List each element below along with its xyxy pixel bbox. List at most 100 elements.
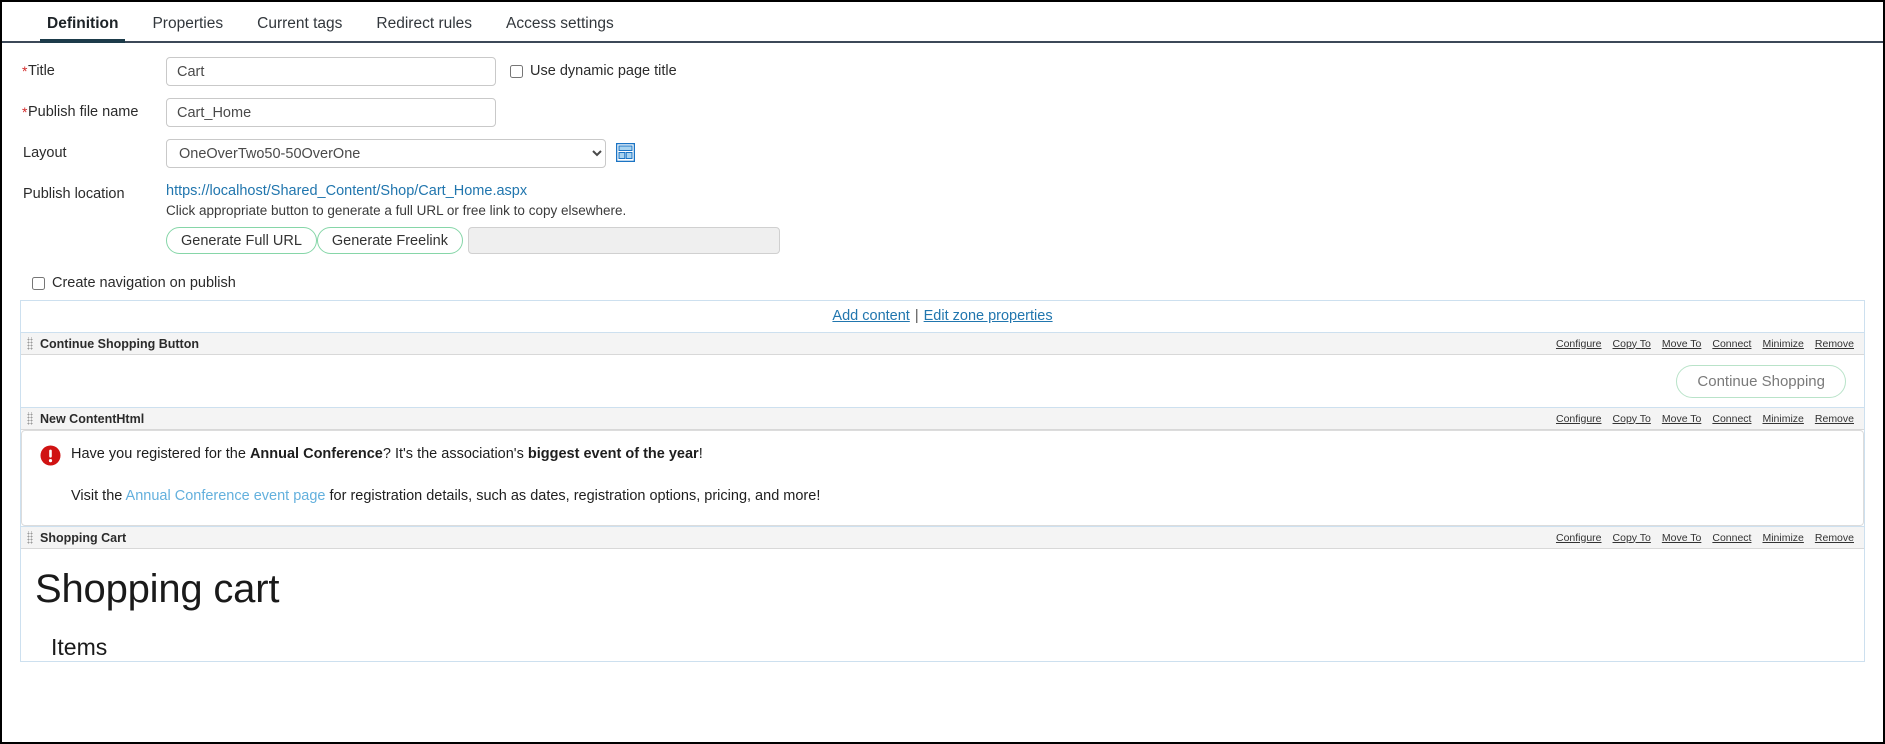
page-editor-root: Definition Properties Current tags Redir… [0, 0, 1885, 744]
widget-move-to-link[interactable]: Move To [1662, 413, 1702, 425]
alert-sub-line: Visit the Annual Conference event page f… [40, 466, 1845, 507]
alert-text-2: ? It's the association's [382, 446, 528, 462]
publish-file-name-input[interactable] [166, 98, 496, 127]
title-input[interactable] [166, 57, 496, 86]
widget-title: New ContentHtml [40, 411, 145, 426]
tab-definition[interactable]: Definition [30, 15, 135, 43]
alert-bold-annual-conference: Annual Conference [249, 446, 383, 462]
field-row-publish-location: Publish location https://localhost/Share… [2, 180, 1883, 254]
tab-bar: Definition Properties Current tags Redir… [2, 2, 1883, 43]
sub-text-1: Visit the [71, 488, 126, 504]
widget-move-to-link[interactable]: Move To [1662, 338, 1702, 350]
widget-shopping-cart: Shopping Cart Configure Copy To Move To … [21, 526, 1864, 661]
create-navigation-on-publish-checkbox[interactable] [32, 276, 45, 290]
widget-title: Continue Shopping Button [40, 336, 199, 351]
tab-properties[interactable]: Properties [135, 14, 240, 42]
shopping-cart-items-subheading: Items [51, 634, 108, 660]
publish-location-label: Publish location [23, 186, 125, 202]
definition-form: * Title Use dynamic page title * Publish… [2, 43, 1883, 300]
required-asterisk-title: * [22, 63, 28, 79]
publish-file-name-label-wrap: * Publish file name [2, 98, 166, 120]
widget-connect-link[interactable]: Connect [1712, 338, 1751, 350]
tab-access-settings-label: Access settings [506, 14, 614, 32]
use-dynamic-page-title-label[interactable]: Use dynamic page title [530, 63, 677, 79]
required-asterisk-publish-file-name: * [22, 104, 28, 120]
layout-select[interactable]: OneOverTwo50-50OverOne [166, 139, 606, 168]
widget-configure-link[interactable]: Configure [1556, 413, 1602, 425]
publish-location-hint: Click appropriate button to generate a f… [166, 203, 627, 218]
publish-file-name-label: Publish file name [28, 104, 139, 120]
tab-current-tags-label: Current tags [257, 14, 343, 32]
widget-connect-link[interactable]: Connect [1712, 532, 1751, 544]
alert-text-3: ! [698, 446, 703, 462]
widget-minimize-link[interactable]: Minimize [1762, 338, 1803, 350]
edit-zone-properties-link[interactable]: Edit zone properties [924, 308, 1053, 324]
widget-remove-link[interactable]: Remove [1815, 532, 1854, 544]
widget-configure-link[interactable]: Configure [1556, 532, 1602, 544]
zone-toolbar-separator: | [914, 308, 919, 324]
tab-access-settings[interactable]: Access settings [489, 14, 631, 42]
content-zone-area: Add content | Edit zone properties Continu… [20, 300, 1865, 662]
title-control: Use dynamic page title [166, 57, 677, 86]
tab-properties-label: Properties [152, 14, 224, 32]
widget-copy-to-link[interactable]: Copy To [1613, 338, 1651, 350]
generate-full-url-button[interactable]: Generate Full URL [166, 227, 317, 254]
annual-conference-event-page-link[interactable]: Annual Conference event page [126, 488, 326, 504]
alert-text-1: Have you registered for the [71, 446, 250, 462]
layout-label: Layout [23, 145, 67, 161]
widget-new-contenthtml: New ContentHtml Configure Copy To Move T… [21, 407, 1864, 526]
layout-preview-icon[interactable] [615, 142, 636, 163]
drag-handle-icon[interactable] [27, 412, 34, 425]
widget-body: Continue Shopping [21, 355, 1864, 407]
layout-control: OneOverTwo50-50OverOne [166, 139, 636, 168]
widget-remove-link[interactable]: Remove [1815, 413, 1854, 425]
widget-copy-to-link[interactable]: Copy To [1613, 413, 1651, 425]
generate-buttons-row: Generate Full URL Generate Freelink [166, 218, 780, 254]
widget-remove-link[interactable]: Remove [1815, 338, 1854, 350]
widget-title: Shopping Cart [40, 530, 127, 545]
use-dynamic-page-title-checkbox[interactable] [510, 64, 523, 78]
widget-actions: Configure Copy To Move To Connect Minimi… [1556, 338, 1858, 350]
field-row-layout: Layout OneOverTwo50-50OverOne [2, 139, 1883, 169]
title-label: Title [28, 63, 55, 79]
widget-actions: Configure Copy To Move To Connect Minimi… [1556, 413, 1858, 425]
drag-handle-icon[interactable] [27, 531, 34, 544]
shopping-cart-heading: Shopping cart [35, 567, 280, 611]
widget-header: New ContentHtml Configure Copy To Move T… [21, 408, 1864, 430]
widget-minimize-link[interactable]: Minimize [1762, 532, 1803, 544]
widget-copy-to-link[interactable]: Copy To [1613, 532, 1651, 544]
sub-text-2: for registration details, such as dates,… [325, 488, 821, 504]
html-content-region[interactable]: Have you registered for the Annual Confe… [21, 430, 1864, 526]
widget-header: Shopping Cart Configure Copy To Move To … [21, 527, 1864, 549]
create-navigation-on-publish-label[interactable]: Create navigation on publish [52, 275, 236, 291]
tab-redirect-rules-label: Redirect rules [376, 14, 473, 32]
widget-header: Continue Shopping Button Configure Copy … [21, 333, 1864, 355]
alert-bold-biggest-event: biggest event of the year [527, 446, 699, 462]
field-row-title: * Title Use dynamic page title [2, 57, 1883, 87]
publish-location-control: https://localhost/Shared_Content/Shop/Ca… [166, 180, 780, 254]
widget-body: Have you registered for the Annual Confe… [21, 430, 1864, 526]
widget-minimize-link[interactable]: Minimize [1762, 413, 1803, 425]
publish-file-name-control [166, 98, 496, 127]
widget-actions: Configure Copy To Move To Connect Minimi… [1556, 532, 1858, 544]
widget-connect-link[interactable]: Connect [1712, 413, 1751, 425]
widget-move-to-link[interactable]: Move To [1662, 532, 1702, 544]
freelink-output-input[interactable] [467, 227, 780, 254]
tab-redirect-rules[interactable]: Redirect rules [359, 14, 489, 42]
dynamic-title-checkbox-wrap: Use dynamic page title [510, 57, 677, 79]
tab-current-tags[interactable]: Current tags [240, 14, 359, 42]
widget-continue-shopping-button: Continue Shopping Button Configure Copy … [21, 332, 1864, 407]
create-navigation-row: Create navigation on publish [2, 265, 1883, 300]
drag-handle-icon[interactable] [27, 337, 34, 350]
add-content-link[interactable]: Add content [832, 308, 909, 324]
widget-configure-link[interactable]: Configure [1556, 338, 1602, 350]
continue-shopping-button[interactable]: Continue Shopping [1676, 364, 1846, 398]
publish-location-url[interactable]: https://localhost/Shared_Content/Shop/Ca… [166, 180, 780, 199]
alert-message-text: Have you registered for the Annual Confe… [71, 445, 703, 465]
zone-toolbar: Add content | Edit zone properties [21, 301, 1864, 332]
generate-freelink-button[interactable]: Generate Freelink [316, 227, 463, 254]
widget-body: Shopping cart Items [21, 549, 1864, 661]
error-circle-icon [40, 445, 61, 466]
field-row-publish-file-name: * Publish file name [2, 98, 1883, 128]
alert-message-line: Have you registered for the Annual Confe… [40, 445, 1845, 466]
